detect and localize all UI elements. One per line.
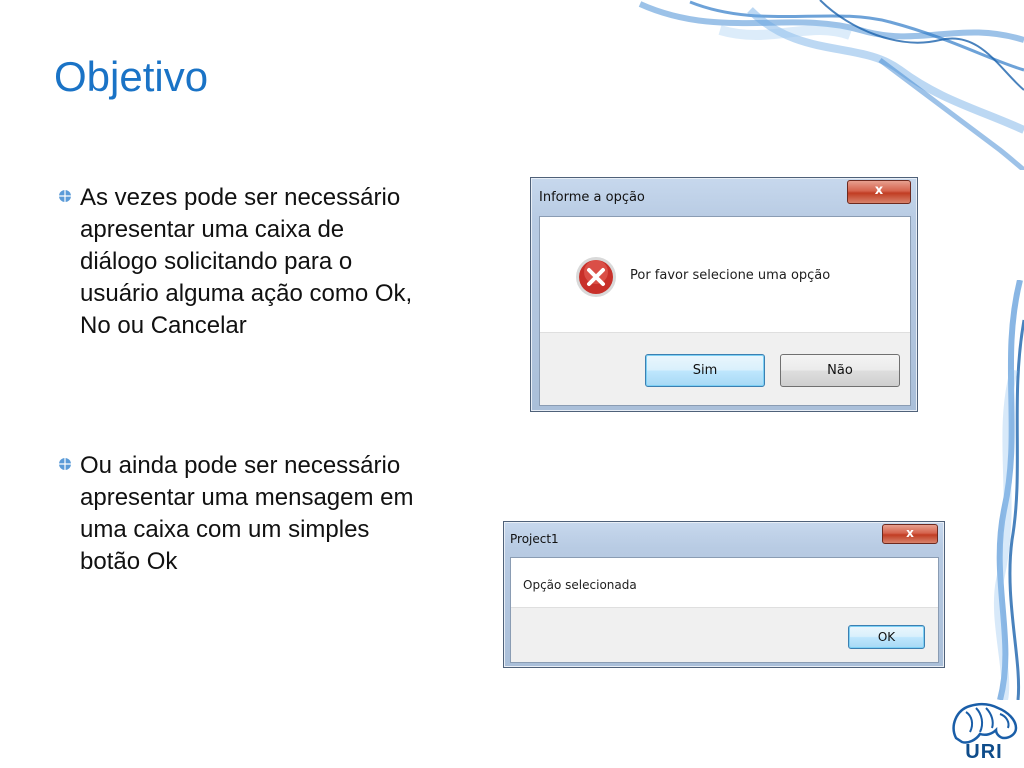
logo-text: URI [965, 741, 1003, 763]
close-button[interactable]: x [882, 524, 938, 544]
dialog-body: Opção selecionada OK [510, 557, 939, 663]
decorative-smoke-right [993, 280, 1024, 700]
bullet-diamond-icon [59, 190, 71, 202]
error-icon [576, 257, 616, 297]
dialog-title: Informe a opção [539, 190, 645, 205]
bullet-text: As vezes pode ser necessário apresentar … [80, 184, 413, 339]
bullet-text: Ou ainda pode ser necessário apresentar … [80, 452, 414, 575]
bullet-diamond-icon [59, 458, 71, 470]
slide-title: Objetivo [54, 53, 209, 100]
confirm-dialog: Informe a opção x Por favor selecione um… [530, 177, 918, 412]
message-dialog: Project1 x Opção selecionada OK [503, 521, 945, 668]
yes-button[interactable]: Sim [645, 354, 765, 387]
dialog-title: Project1 [510, 532, 559, 546]
close-icon: x [906, 526, 914, 540]
dialog-message: Opção selecionada [523, 578, 637, 592]
close-button[interactable]: x [847, 180, 911, 204]
dialog-body: Por favor selecione uma opção Sim Não [539, 216, 911, 406]
no-button[interactable]: Não [780, 354, 900, 387]
dialog-message: Por favor selecione uma opção [630, 268, 831, 283]
bullet-item: As vezes pode ser necessário apresentar … [58, 182, 488, 342]
decorative-smoke-top [638, 0, 1024, 170]
bullet-item: Ou ainda pode ser necessário apresentar … [58, 450, 488, 578]
close-icon: x [874, 183, 884, 198]
ok-button[interactable]: OK [848, 625, 925, 649]
